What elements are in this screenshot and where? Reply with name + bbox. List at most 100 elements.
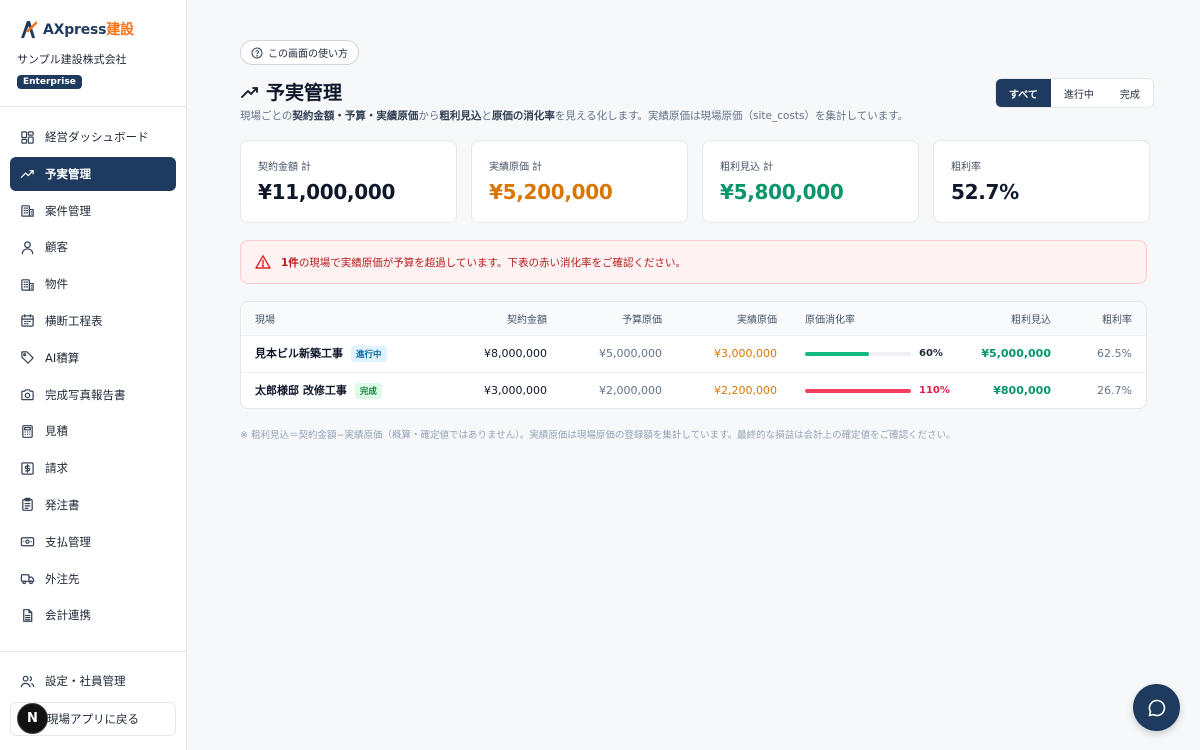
page-subtitle: 現場ごとの契約金額・予算・実績原価から粗利見込と原価の消化率を見える化します。実… <box>240 110 909 122</box>
table-row[interactable]: 見本ビル新築工事 進行中 ¥8,000,000 ¥5,000,000 ¥3,000,00… <box>241 335 1146 372</box>
site-name[interactable]: 見本ビル新築工事 <box>255 347 343 360</box>
filter-in-progress[interactable]: 進行中 <box>1051 79 1107 107</box>
spreadsheet-icon <box>23 608 33 622</box>
sidebar-item-13[interactable]: 会計連携 <box>10 598 176 632</box>
sidebar-item-9[interactable]: 請求 <box>10 451 176 485</box>
sidebar-item-label: 経営ダッシュボード <box>45 130 149 144</box>
chat-button[interactable] <box>1133 684 1180 731</box>
table-row[interactable]: 太郎様邸 改修工事 完成 ¥3,000,000 ¥2,000,000 ¥2,200,00… <box>241 372 1146 408</box>
sidebar-item-5[interactable]: 横断工程表 <box>10 304 176 338</box>
sidebar-divider <box>0 106 186 107</box>
trend-icon <box>20 170 34 179</box>
summary-card: 粗利率 52.7% <box>933 140 1150 223</box>
site-cell: 太郎様邸 改修工事 完成 <box>241 372 461 408</box>
summary-card-label: 粗利率 <box>951 162 981 173</box>
back-label: 現場アプリに戻る <box>47 712 139 726</box>
consumption-bar <box>805 388 911 393</box>
site-name[interactable]: 太郎様邸 改修工事 <box>255 384 347 397</box>
help-icon <box>251 47 263 58</box>
filter-all[interactable]: すべて <box>996 79 1051 107</box>
camera-icon <box>21 389 34 401</box>
sidebar-item-label: 外注先 <box>45 571 80 586</box>
summary-card-label: 実績原価 計 <box>489 162 543 173</box>
sidebar-item-label: 見積 <box>45 424 68 439</box>
actual-cell: ¥2,200,000 <box>714 384 777 398</box>
sidebar-item-1[interactable]: 予実管理 <box>10 156 176 191</box>
sidebar-item-0[interactable]: 経営ダッシュボード <box>10 120 176 154</box>
filter-done[interactable]: 完成 <box>1107 79 1153 107</box>
sidebar-item-settings[interactable]: 設定・社員管理 <box>10 664 176 698</box>
sidebar-item-label: 案件管理 <box>45 203 91 218</box>
page-title: 予実管理 <box>240 78 342 105</box>
table-header-row: 現場 契約金額 予算原価 実績原価 原価消化率 粗利見込 粗利率 <box>241 302 1146 335</box>
sidebar-item-8[interactable]: 見積 <box>10 414 176 448</box>
col-consumption: 原価消化率 <box>805 314 855 326</box>
consumption-bar <box>805 351 911 356</box>
margin-cell: 62.5% <box>1097 347 1132 360</box>
sidebar-item-label: 物件 <box>45 277 68 292</box>
summary-card-value: ¥5,200,000 <box>489 180 613 204</box>
user-icon <box>21 241 34 255</box>
sidebar-item-label: 横断工程表 <box>45 313 103 328</box>
sidebar: AXpress建設 サンプル建設株式会社 Enterprise 経営ダッシュボー… <box>0 0 187 750</box>
sidebar-item-7[interactable]: 完成写真報告書 <box>10 378 176 412</box>
col-site: 現場 <box>255 314 275 326</box>
dashboard-icon <box>21 130 34 144</box>
page-title-text: 予実管理 <box>266 82 343 104</box>
brand[interactable]: AXpress建設 <box>0 0 186 40</box>
sidebar-item-label: 支払管理 <box>45 534 91 549</box>
sidebar-item-label: 請求 <box>45 461 68 476</box>
sidebar-item-2[interactable]: 案件管理 <box>10 194 176 228</box>
sidebar-item-11[interactable]: 支払管理 <box>10 525 176 559</box>
margin-cell: 26.7% <box>1097 384 1132 398</box>
sidebar-item-label: 会計連携 <box>45 608 91 623</box>
budget-overrun-alert: 1件の現場で実績原価が予算を超過しています。下表の赤い消化率をご確認ください。 <box>240 240 1147 284</box>
sidebar-item-label: 完成写真報告書 <box>45 387 126 402</box>
sidebar-nav: 経営ダッシュボード 予実管理案件管理顧客物件横断工程表 AI積算完成写真報告書 見積請… <box>10 120 176 635</box>
sidebar-item-12[interactable]: 外注先 <box>10 562 176 596</box>
help-label: この画面の使い方 <box>268 49 348 60</box>
col-profit: 粗利見込 <box>1011 314 1051 326</box>
consumption-bar-fill <box>805 351 869 356</box>
sidebar-item-4[interactable]: 物件 <box>10 267 176 301</box>
summary-card: 実績原価 計 ¥5,200,000 <box>471 140 688 223</box>
company-name: サンプル建設株式会社 <box>17 53 127 66</box>
sidebar-item-label: 予実管理 <box>45 166 91 181</box>
tag-icon <box>21 351 34 365</box>
sidebar-item-3[interactable]: 顧客 <box>10 230 176 264</box>
building-icon <box>21 205 34 217</box>
calculator-icon <box>22 424 33 438</box>
help-button[interactable]: この画面の使い方 <box>240 40 359 65</box>
site-cell: 見本ビル新築工事 進行中 <box>241 335 461 372</box>
alert-text: 1件の現場で実績原価が予算を超過しています。下表の赤い消化率をご確認ください。 <box>281 256 686 269</box>
contract-cell: ¥8,000,000 <box>484 347 547 360</box>
chat-icon <box>1148 699 1165 716</box>
profit-cell: ¥5,000,000 <box>981 347 1051 360</box>
col-contract: 契約金額 <box>507 314 547 326</box>
summary-card-label: 契約金額 計 <box>258 162 312 173</box>
col-budget: 予算原価 <box>622 314 662 326</box>
status-badge: 完成 <box>354 383 382 400</box>
sidebar-item-10[interactable]: 発注書 <box>10 488 176 522</box>
summary-card-value: 52.7% <box>951 180 1019 204</box>
avatar[interactable]: N <box>17 703 48 734</box>
logo-icon <box>21 21 37 38</box>
budget-cell: ¥2,000,000 <box>599 384 662 398</box>
sidebar-item-6[interactable]: AI積算 <box>10 341 176 375</box>
plan-badge: Enterprise <box>17 75 82 89</box>
truck-icon <box>20 574 35 585</box>
status-filter: すべて 進行中 完成 <box>995 78 1154 108</box>
footnote: ※ 粗利見込＝契約金額−実績原価（概算・確定値ではありません）。実績原価は現場原… <box>240 430 956 441</box>
sidebar-item-label: 発注書 <box>45 497 80 512</box>
consumption-cell: 110% <box>791 372 963 408</box>
summary-card-label: 粗利見込 計 <box>720 162 774 173</box>
brand-name: AXpress建設 <box>43 22 134 38</box>
actual-cell: ¥3,000,000 <box>714 347 777 360</box>
sidebar-item-label: AI積算 <box>45 350 80 365</box>
payment-icon <box>20 537 35 547</box>
consumption-cell: 60% <box>791 335 963 372</box>
users-icon <box>20 675 35 687</box>
status-badge: 進行中 <box>351 346 387 362</box>
budget-cell: ¥5,000,000 <box>599 347 662 360</box>
sidebar-item-label: 顧客 <box>45 240 68 255</box>
